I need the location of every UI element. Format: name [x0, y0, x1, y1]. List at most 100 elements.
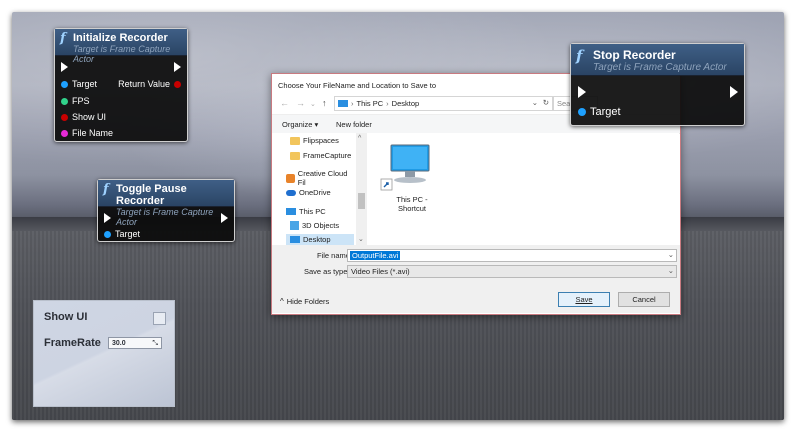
tree-item-label: Flipspaces [303, 136, 339, 145]
address-bar[interactable]: › This PC › Desktop ⌄ ↻ [334, 96, 553, 111]
creative-cloud-icon [286, 173, 295, 183]
file-item-this-pc-shortcut[interactable]: This PC - Shortcut [373, 143, 433, 213]
target-pin-label: Target [72, 79, 98, 89]
target-pin-icon [104, 230, 111, 238]
file-name-pin-icon [61, 129, 68, 137]
file-name-dropdown-icon[interactable]: ⌄ [668, 250, 674, 259]
breadcrumb-this-pc[interactable]: This PC [357, 99, 384, 108]
navigation-pane: Flipspaces FrameCapture Creative Cloud F… [272, 133, 357, 245]
tree-item-3d-objects[interactable]: 3D Objects [290, 221, 339, 230]
save-as-type-value: Video Files (*.avi) [351, 267, 410, 276]
target-pin-icon [61, 80, 68, 88]
dialog-bottom: File name: OutputFile.avi ⌄ Save as type… [272, 245, 680, 313]
tree-item-onedrive[interactable]: OneDrive [286, 188, 331, 197]
framerate-label: FrameRate [44, 337, 101, 349]
forward-arrow-icon[interactable]: → [296, 98, 305, 108]
exec-out-pin[interactable] [174, 62, 181, 72]
file-name-pin[interactable]: File Name [61, 128, 113, 138]
target-pin[interactable]: Target [578, 106, 621, 118]
recent-chevron-icon[interactable]: ⌄ [310, 100, 316, 108]
tree-item-desktop[interactable]: Desktop [286, 234, 354, 245]
show-ui-pin-label: Show UI [72, 112, 107, 122]
tree-item-flipspaces[interactable]: Flipspaces [290, 136, 339, 145]
tree-item-label: OneDrive [299, 188, 331, 197]
show-ui-pin-icon [61, 113, 68, 121]
node-title: Stop Recorder [593, 48, 676, 62]
return-value-label: Return Value [118, 79, 170, 89]
breadcrumb-desktop[interactable]: Desktop [392, 99, 420, 108]
exec-in-pin[interactable] [578, 86, 586, 98]
tree-item-this-pc[interactable]: This PC [286, 207, 326, 216]
save-button[interactable]: Save [558, 292, 610, 307]
function-icon: f [60, 31, 66, 46]
exec-in-pin[interactable] [104, 213, 111, 223]
return-value-pin[interactable]: Return Value [118, 79, 181, 89]
breadcrumb-sep: › [351, 99, 354, 108]
folder-icon [290, 151, 300, 160]
show-ui-checkbox[interactable] [153, 312, 166, 325]
computer-icon [338, 100, 348, 107]
node-title: Toggle Pause Recorder [116, 183, 187, 207]
hide-folders-label: Hide Folders [286, 297, 330, 306]
refresh-icon[interactable]: ↻ [543, 98, 549, 107]
framerate-value: 30.0 [112, 340, 126, 347]
tree-item-label: 3D Objects [302, 221, 340, 230]
target-pin[interactable]: Target [104, 229, 140, 239]
save-as-type-label: Save as type: [304, 267, 350, 276]
cloud-icon [286, 189, 296, 196]
monitor-shortcut-icon [380, 144, 430, 191]
spin-arrows-icon[interactable]: ⤡ [152, 338, 158, 350]
file-list: This PC - Shortcut [367, 133, 679, 245]
organize-menu[interactable]: Organize ▾ [282, 120, 318, 129]
scroll-up-icon[interactable]: ^ [358, 135, 361, 142]
computer-icon [286, 208, 296, 215]
tree-item-label: Desktop [303, 235, 331, 244]
file-item-label-line2: Shortcut [398, 204, 426, 213]
scroll-thumb[interactable] [358, 193, 365, 209]
save-as-dropdown-icon[interactable]: ⌄ [668, 266, 674, 275]
file-item-label: This PC - Shortcut [373, 195, 451, 213]
target-pin[interactable]: Target [61, 79, 97, 89]
stop-recorder-node[interactable]: f Stop Recorder Target is Frame Capture … [570, 43, 745, 126]
new-folder-button[interactable]: New folder [336, 120, 372, 129]
hide-folders-toggle[interactable]: ^ Hide Folders [280, 297, 329, 306]
exec-out-pin[interactable] [730, 86, 738, 98]
tree-item-creative-cloud[interactable]: Creative Cloud Fil [286, 169, 356, 187]
target-pin-label: Target [115, 229, 141, 239]
framerate-input[interactable]: 30.0 ⤡ [108, 337, 162, 349]
node-title: Initialize Recorder [73, 32, 168, 44]
target-pin-label: Target [590, 106, 621, 118]
back-arrow-icon[interactable]: ← [280, 98, 289, 108]
file-item-label-line1: This PC - [396, 195, 428, 204]
cube-icon [290, 221, 299, 230]
target-pin-icon [578, 108, 586, 116]
scroll-down-icon[interactable]: ⌄ [358, 235, 364, 243]
toggle-pause-recorder-node[interactable]: f Toggle Pause Recorder Target is Frame … [97, 179, 235, 242]
file-name-value: OutputFile.avi [350, 251, 401, 260]
breadcrumb-sep: › [386, 99, 389, 108]
initialize-recorder-node[interactable]: f Initialize Recorder Target is Frame Ca… [54, 28, 188, 142]
exec-out-pin[interactable] [221, 213, 228, 223]
node-header: f Toggle Pause Recorder Target is Frame … [98, 180, 234, 227]
node-header: f Initialize Recorder Target is Frame Ca… [55, 29, 187, 64]
file-name-input[interactable]: OutputFile.avi ⌄ [347, 249, 677, 262]
tree-scrollbar[interactable]: ^ ⌄ [356, 133, 367, 245]
dialog-title: Choose Your FileName and Location to Sav… [278, 81, 437, 90]
fps-pin-icon [61, 97, 68, 105]
desktop-icon [290, 236, 300, 243]
show-ui-label: Show UI [44, 311, 88, 323]
address-dropdown-icon[interactable]: ⌄ [532, 98, 538, 107]
save-as-type-select[interactable]: Video Files (*.avi) ⌄ [347, 265, 677, 278]
tree-item-label: FrameCapture [303, 151, 352, 160]
chevron-up-icon: ^ [280, 297, 284, 306]
tree-item-framecapture[interactable]: FrameCapture [290, 151, 351, 160]
cancel-button[interactable]: Cancel [618, 292, 670, 307]
show-ui-pin[interactable]: Show UI [61, 112, 106, 122]
fps-pin-label: FPS [72, 96, 90, 106]
node-subtitle: Target is Frame Capture Actor [73, 44, 171, 64]
tree-item-label: This PC [299, 207, 326, 216]
node-subtitle: Target is Frame Capture Actor [116, 207, 214, 227]
up-arrow-icon[interactable]: ↑ [322, 98, 327, 108]
exec-in-pin[interactable] [61, 62, 68, 72]
fps-pin[interactable]: FPS [61, 96, 90, 106]
